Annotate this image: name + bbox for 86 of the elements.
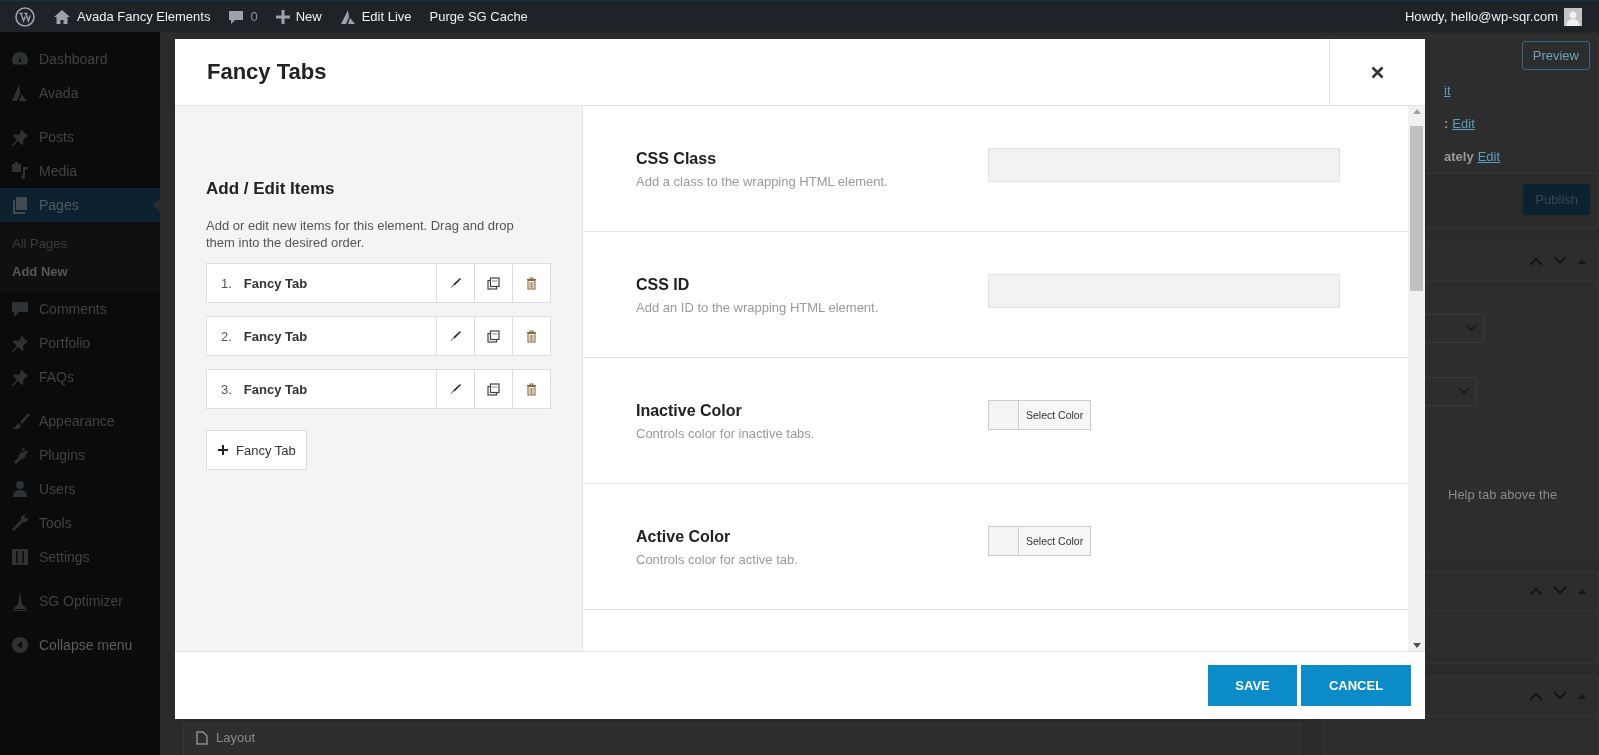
copy-icon	[487, 329, 500, 343]
layout-label: Layout	[216, 730, 256, 745]
save-button[interactable]: SAVE	[1208, 665, 1297, 706]
close-icon	[1371, 65, 1384, 79]
cancel-button[interactable]: CANCEL	[1301, 665, 1411, 706]
trash-icon	[526, 382, 537, 396]
item-label[interactable]: 3. Fancy Tab	[207, 370, 436, 408]
panel-description: Add or edit new items for this element. Drag and drop them into the desired order.	[206, 217, 515, 251]
site-name-link[interactable]: Avada Fancy Elements	[44, 0, 220, 33]
speech-bubble-icon	[10, 299, 30, 319]
setting-label: Active Color	[636, 528, 732, 546]
edit-live-link[interactable]: Edit Live	[330, 0, 421, 33]
modal-title: Fancy Tabs	[206, 58, 328, 86]
document-icon	[196, 730, 208, 745]
setting-description: Controls color for active tab.	[636, 552, 799, 567]
item-label[interactable]: 1. Fancy Tab	[207, 264, 436, 302]
trash-icon	[526, 329, 537, 343]
edit-link[interactable]: Edit	[1452, 116, 1475, 131]
menu-item[interactable]: Plugins	[0, 438, 160, 472]
comments-link[interactable]: 0	[219, 0, 267, 33]
menu-item[interactable]: SG Optimizer	[0, 584, 160, 618]
new-link[interactable]: New	[266, 0, 331, 33]
item-label[interactable]: 2. Fancy Tab	[207, 317, 436, 355]
setting-description: Controls color for inactive tabs.	[636, 426, 816, 441]
color-swatch[interactable]	[988, 526, 1018, 556]
menu-item[interactable]: Posts	[0, 120, 160, 154]
menu-item[interactable]: Dashboard	[0, 42, 160, 76]
help-text: Help tab above the	[1447, 486, 1558, 502]
copy-icon	[487, 276, 500, 290]
setting-label: Inactive Color	[636, 402, 743, 420]
edit-link[interactable]: it	[1444, 83, 1451, 98]
status-text: ately	[1444, 149, 1474, 164]
select-color-button[interactable]: Select Color	[1018, 400, 1092, 430]
menu-item[interactable]: FAQs	[0, 360, 160, 394]
peak-logo-icon	[10, 83, 30, 103]
pin-icon	[10, 127, 30, 147]
sliders-icon	[10, 547, 30, 567]
peak-logo-icon	[339, 8, 356, 25]
menu-item[interactable]: Comments	[0, 292, 160, 326]
preview-button[interactable]: Preview	[1521, 41, 1590, 70]
menu-item[interactable]: Pages	[0, 188, 160, 222]
menu-item[interactable]: Users	[0, 472, 160, 506]
home-icon	[53, 8, 71, 25]
menu-item[interactable]: Media	[0, 154, 160, 188]
plus-icon	[218, 445, 228, 455]
scrollbar[interactable]	[1408, 106, 1425, 651]
input-field[interactable]	[988, 274, 1340, 308]
color-swatch[interactable]	[988, 400, 1018, 430]
pen-icon	[449, 277, 462, 289]
input-field[interactable]	[988, 148, 1340, 182]
purge-cache-link[interactable]: Purge SG Cache	[420, 0, 537, 33]
status-text: :	[1444, 116, 1449, 131]
add-item-button[interactable]: Fancy Tab	[206, 430, 307, 470]
wrench-icon	[10, 513, 30, 533]
setting-description: Add an ID to the wrapping HTML element.	[636, 300, 880, 315]
pin-icon	[10, 367, 30, 387]
pin-icon	[10, 333, 30, 353]
menu-item[interactable]: Appearance	[0, 404, 160, 438]
select-color-button[interactable]: Select Color	[1018, 526, 1092, 556]
trash-icon	[526, 276, 537, 290]
scroll-up-arrow-icon[interactable]	[1412, 109, 1421, 114]
pen-icon	[449, 383, 462, 395]
plus-icon	[275, 9, 290, 24]
panel-heading: Add / Edit Items	[206, 179, 336, 199]
menu-item[interactable]: Portfolio	[0, 326, 160, 360]
scroll-down-arrow-icon[interactable]	[1412, 643, 1421, 648]
sheets-icon	[10, 195, 30, 215]
collapse-menu-button[interactable]: Collapse menu	[0, 628, 160, 662]
avatar-icon	[1564, 7, 1582, 26]
submenu-item[interactable]: Add New	[0, 257, 160, 285]
edit-link[interactable]: Edit	[1477, 149, 1501, 164]
setting-label: CSS ID	[636, 276, 691, 294]
setting-label: CSS Class	[636, 150, 718, 168]
menu-item[interactable]: Settings	[0, 540, 160, 574]
setting-description: Add a class to the wrapping HTML element.	[636, 174, 889, 189]
menu-item[interactable]: Avada	[0, 76, 160, 110]
menu-item[interactable]: Tools	[0, 506, 160, 540]
account-link[interactable]: Howdy, hello@wp-sqr.com	[1395, 0, 1591, 33]
brush-icon	[10, 411, 30, 431]
copy-icon	[487, 382, 500, 396]
pen-icon	[449, 330, 462, 342]
scrollbar-thumb[interactable]	[1410, 126, 1423, 291]
wordpress-logo-icon	[15, 6, 35, 27]
speech-bubble-icon	[228, 8, 245, 25]
person-icon	[10, 479, 30, 499]
media-icon	[10, 161, 30, 181]
